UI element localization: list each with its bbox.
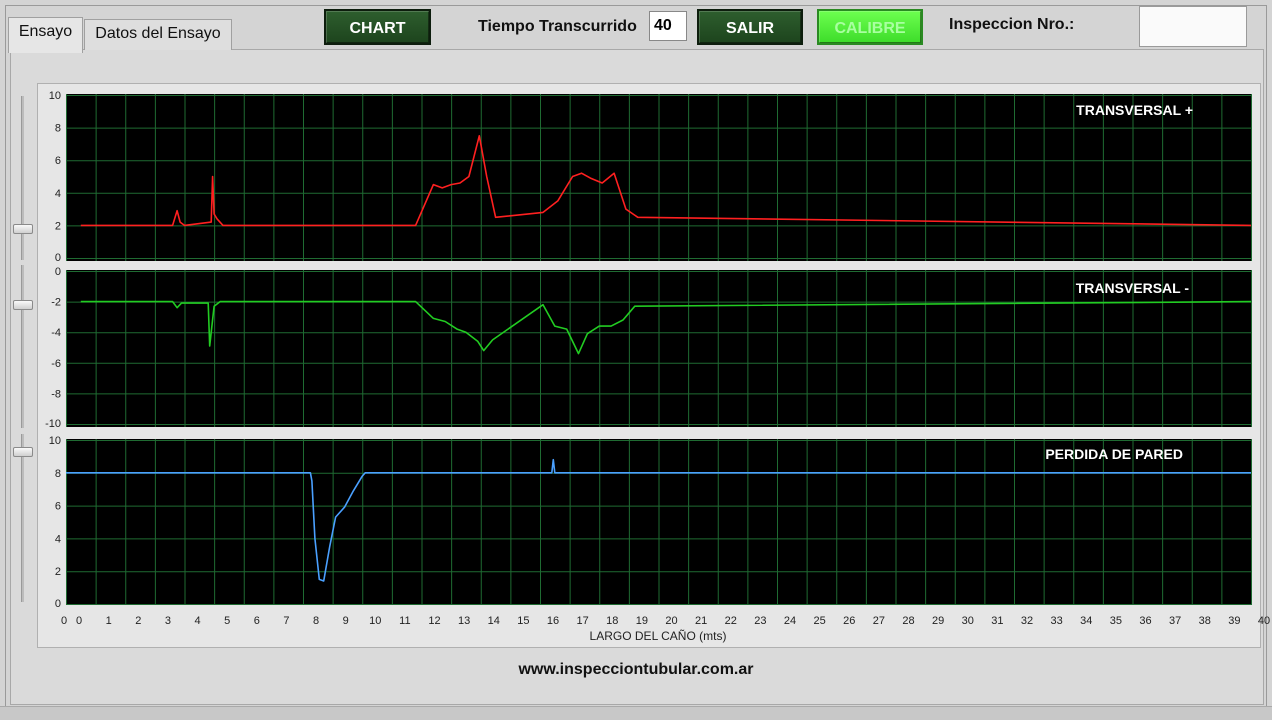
- x-tick-label: 37: [1169, 615, 1181, 627]
- x-tick-label: 22: [725, 615, 737, 627]
- tab-ensayo[interactable]: Ensayo: [8, 17, 83, 53]
- plot-title-3: PERDIDA DE PARED: [1045, 446, 1183, 462]
- x-tick-label: 17: [577, 615, 589, 627]
- x-tick-label: 33: [1051, 615, 1063, 627]
- y-tick-label: -2: [51, 297, 61, 309]
- x-tick-label: 30: [962, 615, 974, 627]
- x-tick-label: 3: [165, 615, 171, 627]
- x-tick-label: 24: [784, 615, 796, 627]
- y-tick-label: 4: [55, 188, 61, 200]
- x-tick-label: 39: [1228, 615, 1240, 627]
- x-tick-label: 5: [224, 615, 230, 627]
- y-tick-label: 6: [55, 501, 61, 513]
- y-tick-label: 8: [55, 468, 61, 480]
- y-tick-label: -4: [51, 327, 61, 339]
- x-tick-label: 21: [695, 615, 707, 627]
- x-tick-label: 6: [254, 615, 260, 627]
- x-tick-label: 32: [1021, 615, 1033, 627]
- x-tick-label: 2: [135, 615, 141, 627]
- x-tick-label: 19: [636, 615, 648, 627]
- y-tick-label: 0: [55, 252, 61, 264]
- y-tick-label: 0: [55, 598, 61, 610]
- x-tick-label: 12: [428, 615, 440, 627]
- x-tick-label: 9: [343, 615, 349, 627]
- x-tick-label: 23: [754, 615, 766, 627]
- x-tick-label: 28: [902, 615, 914, 627]
- x-tick-label: 16: [547, 615, 559, 627]
- y-tick-label: 6: [55, 155, 61, 167]
- x-tick-label: 38: [1199, 615, 1211, 627]
- x-tick-label: 15: [517, 615, 529, 627]
- y-tick-label: 2: [55, 566, 61, 578]
- x-tick-label: 26: [843, 615, 855, 627]
- x-tick-label: 25: [814, 615, 826, 627]
- x-tick-label: 34: [1080, 615, 1092, 627]
- x-tick-label: 4: [194, 615, 200, 627]
- y-tick-label: -8: [51, 388, 61, 400]
- x-tick-label: 27: [873, 615, 885, 627]
- plot-title-2: TRANSVERSAL -: [1076, 280, 1190, 296]
- x-tick-label: 29: [932, 615, 944, 627]
- x-tick-label: 11: [399, 615, 410, 627]
- y-tick-label: -6: [51, 358, 61, 370]
- x-tick-label: 0: [76, 615, 82, 627]
- x-tick-label: 13: [458, 615, 470, 627]
- graphs-svg: 1086420TRANSVERSAL +0-2-4-6-8-10TRANSVER…: [45, 90, 1270, 643]
- y-tick-label: -10: [45, 418, 61, 430]
- plot-title-1: TRANSVERSAL +: [1076, 102, 1193, 118]
- x-tick-label: 36: [1139, 615, 1151, 627]
- x-tick-label: 14: [488, 615, 500, 627]
- y-tick-label: 2: [55, 220, 61, 232]
- x-tick-label: 31: [991, 615, 1003, 627]
- y-tick-label: 0: [55, 266, 61, 278]
- x-tick-label: 0: [61, 615, 67, 627]
- x-tick-label: 10: [369, 615, 381, 627]
- x-tick-label: 7: [283, 615, 289, 627]
- x-tick-label: 20: [665, 615, 677, 627]
- y-tick-label: 10: [49, 435, 61, 447]
- y-tick-label: 4: [55, 533, 61, 545]
- footer-url: www.inspecciontubular.com.ar: [518, 661, 754, 678]
- y-tick-label: 8: [55, 123, 61, 135]
- x-tick-label: 40: [1258, 615, 1270, 627]
- x-axis-label: LARGO DEL CAÑO (mts): [590, 629, 727, 643]
- x-tick-label: 35: [1110, 615, 1122, 627]
- x-tick-label: 18: [606, 615, 618, 627]
- x-tick-label: 1: [106, 615, 112, 627]
- y-tick-label: 10: [49, 90, 61, 102]
- x-tick-label: 8: [313, 615, 319, 627]
